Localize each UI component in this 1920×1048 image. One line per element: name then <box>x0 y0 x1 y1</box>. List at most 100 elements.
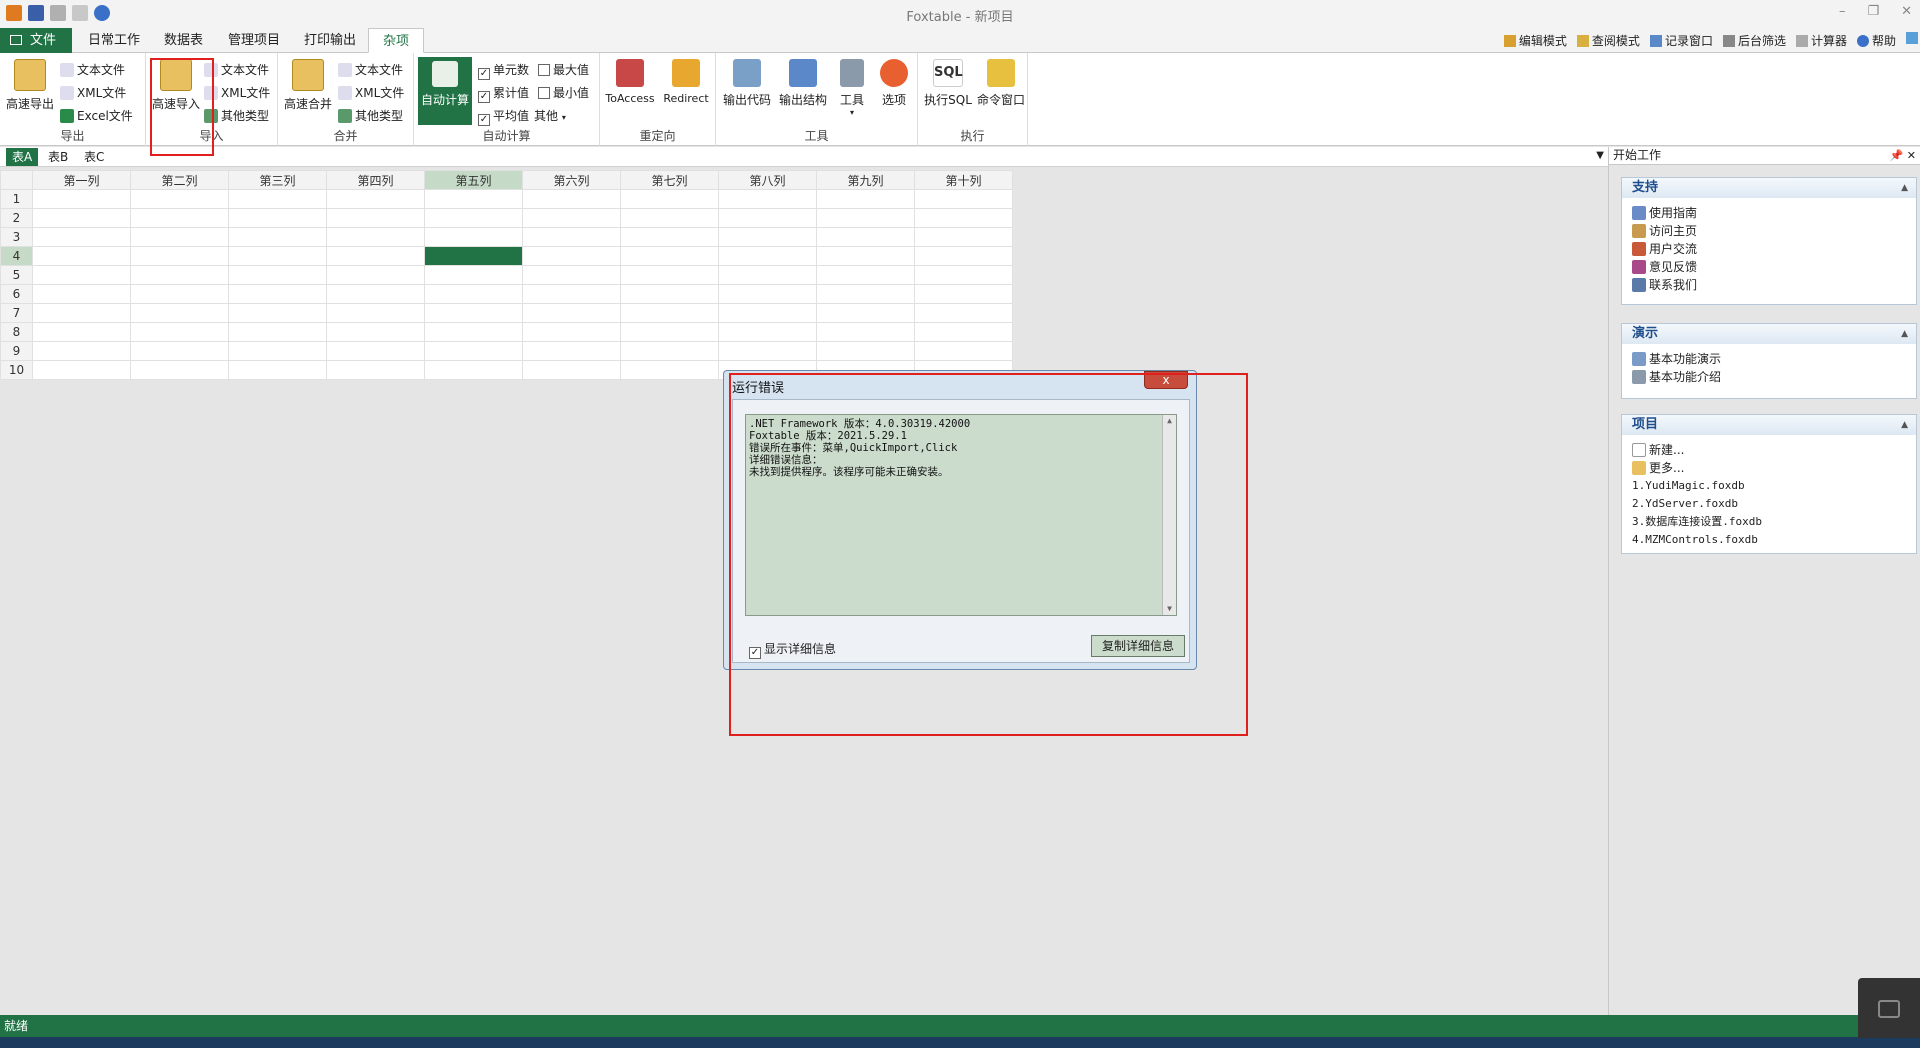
row-number[interactable]: 9 <box>0 341 33 361</box>
grid-cell[interactable] <box>914 246 1013 266</box>
close-icon[interactable]: ✕ <box>1907 149 1916 162</box>
grid-cell[interactable] <box>130 303 229 323</box>
export-text-file[interactable]: 文本文件 <box>60 61 125 78</box>
column-header[interactable]: 第八列 <box>718 170 817 190</box>
tools-dropdown[interactable]: 工具 ▾ <box>834 59 870 117</box>
grid-cell[interactable] <box>522 227 621 247</box>
grid-cell[interactable] <box>32 227 131 247</box>
average-checkbox[interactable]: ✓ 平均值 <box>478 107 529 126</box>
row-number[interactable]: 6 <box>0 284 33 304</box>
row-number[interactable]: 2 <box>0 208 33 228</box>
grid-cell[interactable] <box>326 265 425 285</box>
grid-cell[interactable] <box>130 208 229 228</box>
grid-cell[interactable] <box>914 341 1013 361</box>
grid-cell[interactable] <box>32 303 131 323</box>
merge-xml-file[interactable]: XML文件 <box>338 84 404 101</box>
tab-data-table[interactable]: 数据表 <box>150 28 217 53</box>
floating-overlay-button[interactable] <box>1858 978 1920 1038</box>
grid-cell[interactable] <box>326 227 425 247</box>
row-number[interactable]: 10 <box>0 360 33 380</box>
grid-cell[interactable] <box>424 322 523 342</box>
recent-project[interactable]: 1.YudiMagic.foxdb <box>1622 477 1916 495</box>
other-calc-dropdown[interactable]: 其他 ▾ <box>534 107 566 124</box>
grid-cell[interactable] <box>326 341 425 361</box>
users-icon[interactable] <box>1906 32 1918 44</box>
restore-icon[interactable]: ❐ <box>1867 4 1879 19</box>
support-item-homepage[interactable]: 访问主页 <box>1622 222 1916 240</box>
tab-manage-project[interactable]: 管理项目 <box>214 28 294 53</box>
output-code-button[interactable]: 输出代码 <box>720 59 774 108</box>
grid-corner[interactable] <box>0 170 33 190</box>
support-item-community[interactable]: 用户交流 <box>1622 240 1916 258</box>
grid-cell[interactable] <box>718 208 817 228</box>
calculator-button[interactable]: 计算器 <box>1795 32 1847 49</box>
grid-cell[interactable] <box>620 265 719 285</box>
fast-export-button[interactable]: 高速导出 <box>4 59 56 112</box>
grid-cell[interactable] <box>326 208 425 228</box>
grid-cell[interactable] <box>424 284 523 304</box>
grid-cell[interactable] <box>228 341 327 361</box>
grid-cell[interactable] <box>620 284 719 304</box>
grid-cell[interactable] <box>914 284 1013 304</box>
merge-text-file[interactable]: 文本文件 <box>338 61 403 78</box>
grid-cell[interactable] <box>816 265 915 285</box>
grid-cell[interactable] <box>326 322 425 342</box>
grid-cell[interactable] <box>522 189 621 209</box>
grid-cell[interactable] <box>816 189 915 209</box>
grid-cell[interactable] <box>32 322 131 342</box>
grid-cell[interactable] <box>326 189 425 209</box>
grid-cell[interactable] <box>326 360 425 380</box>
grid-cell[interactable] <box>326 303 425 323</box>
tab-daily-work[interactable]: 日常工作 <box>74 28 154 53</box>
pin-icon[interactable]: 📌 <box>1890 149 1904 162</box>
column-header[interactable]: 第六列 <box>522 170 621 190</box>
collapse-icon[interactable]: ▲ <box>1901 415 1908 435</box>
grid-cell[interactable] <box>620 322 719 342</box>
export-xml-file[interactable]: XML文件 <box>60 84 126 101</box>
grid-cell[interactable] <box>130 360 229 380</box>
sheet-dropdown-icon[interactable]: ▼ <box>1596 150 1604 161</box>
column-header[interactable]: 第九列 <box>816 170 915 190</box>
exec-sql-button[interactable]: SQL 执行SQL <box>922 59 974 108</box>
grid-cell[interactable] <box>130 322 229 342</box>
column-header[interactable]: 第三列 <box>228 170 327 190</box>
grid-cell[interactable] <box>620 208 719 228</box>
grid-cell[interactable] <box>228 284 327 304</box>
edit-mode-button[interactable]: 编辑模式 <box>1503 32 1567 49</box>
export-excel-file[interactable]: Excel文件 <box>60 107 133 124</box>
project-title[interactable]: 项目 ▲ <box>1622 415 1916 435</box>
auto-calc-button[interactable]: 自动计算 <box>418 57 472 125</box>
grid-cell[interactable] <box>620 303 719 323</box>
grid-cell[interactable] <box>816 227 915 247</box>
recent-project[interactable]: 2.YdServer.foxdb <box>1622 495 1916 513</box>
grid-cell[interactable] <box>914 227 1013 247</box>
recent-project[interactable]: 4.MZMControls.foxdb <box>1622 531 1916 549</box>
grid-cell[interactable] <box>522 284 621 304</box>
grid-cell[interactable] <box>32 208 131 228</box>
grid-cell[interactable] <box>914 265 1013 285</box>
grid-cell[interactable] <box>816 322 915 342</box>
output-structure-button[interactable]: 输出结构 <box>776 59 830 108</box>
grid-cell[interactable] <box>228 303 327 323</box>
grid-cell[interactable] <box>424 360 523 380</box>
row-number[interactable]: 1 <box>0 189 33 209</box>
sum-checkbox[interactable]: ✓ 累计值 <box>478 84 529 103</box>
row-number[interactable]: 8 <box>0 322 33 342</box>
project-more[interactable]: 更多... <box>1622 459 1916 477</box>
grid-cell[interactable] <box>424 227 523 247</box>
grid-cell[interactable] <box>718 265 817 285</box>
grid-cell[interactable] <box>32 265 131 285</box>
grid-cell[interactable] <box>424 341 523 361</box>
grid-cell[interactable] <box>130 265 229 285</box>
grid-cell[interactable] <box>718 303 817 323</box>
selected-cell[interactable] <box>424 246 523 266</box>
row-number[interactable]: 3 <box>0 227 33 247</box>
grid-cell[interactable] <box>32 360 131 380</box>
support-item-contact[interactable]: 联系我们 <box>1622 276 1916 294</box>
grid-cell[interactable] <box>718 246 817 266</box>
tab-misc[interactable]: 杂项 <box>368 28 425 53</box>
view-mode-button[interactable]: 查阅模式 <box>1576 32 1640 49</box>
grid-cell[interactable] <box>914 303 1013 323</box>
project-new[interactable]: 新建... <box>1622 441 1916 459</box>
grid-cell[interactable] <box>718 284 817 304</box>
